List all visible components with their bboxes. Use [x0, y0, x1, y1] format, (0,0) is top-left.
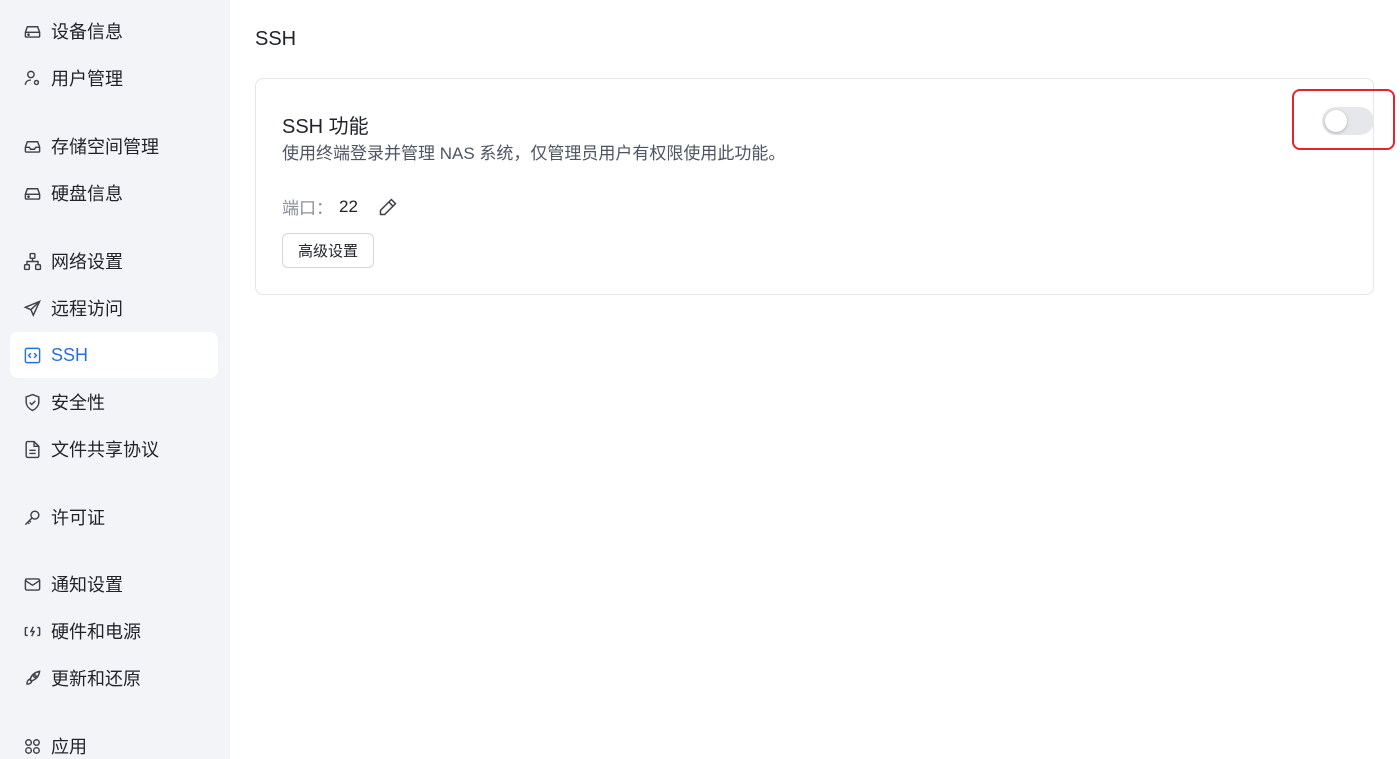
sidebar-item-label: 通知设置	[51, 575, 123, 595]
user-gear-icon	[22, 68, 42, 88]
card-title: SSH 功能	[282, 116, 369, 138]
sidebar-item-label: 网络设置	[51, 252, 123, 272]
send-icon	[22, 298, 42, 318]
sidebar-item-update-restore[interactable]: 更新和还原	[10, 655, 218, 701]
port-row: 端口： 22	[282, 194, 398, 219]
sidebar-item-remote-access[interactable]: 远程访问	[10, 285, 218, 331]
sidebar-item-label: 应用	[51, 737, 87, 757]
sidebar-item-device-info[interactable]: 设备信息	[10, 8, 218, 54]
sidebar-item-label: 硬件和电源	[51, 622, 141, 642]
ssh-enable-toggle[interactable]	[1322, 107, 1374, 135]
sidebar-item-ssh[interactable]: SSH	[10, 332, 218, 378]
card-description: 使用终端登录并管理 NAS 系统，仅管理员用户有权限使用此功能。	[282, 144, 786, 163]
apps-grid-icon	[22, 736, 42, 756]
ssh-settings-card: SSH 功能 使用终端登录并管理 NAS 系统，仅管理员用户有权限使用此功能。 …	[255, 78, 1395, 295]
rocket-icon	[22, 668, 42, 688]
key-icon	[22, 507, 42, 527]
sidebar-item-file-sharing[interactable]: 文件共享协议	[10, 426, 218, 472]
mail-icon	[22, 574, 42, 594]
advanced-settings-button[interactable]: 高级设置	[282, 233, 375, 268]
toggle-knob	[1325, 110, 1347, 132]
hard-drive-icon	[22, 183, 42, 203]
sidebar-item-user-management[interactable]: 用户管理	[10, 55, 218, 101]
sidebar-item-disk-info[interactable]: 硬盘信息	[10, 170, 218, 216]
sidebar-item-label: 许可证	[51, 508, 105, 528]
port-value: 22	[339, 196, 358, 216]
sidebar-item-license[interactable]: 许可证	[10, 494, 218, 540]
sidebar-item-label: 硬盘信息	[51, 184, 123, 204]
sidebar-item-label: 更新和还原	[51, 669, 141, 689]
inbox-storage-icon	[22, 136, 42, 156]
power-plug-icon	[22, 621, 42, 641]
sidebar-item-label: 存储空间管理	[51, 137, 159, 157]
sidebar-item-label: 文件共享协议	[51, 440, 159, 460]
sidebar-item-storage-management[interactable]: 存储空间管理	[10, 123, 218, 169]
sidebar-item-security[interactable]: 安全性	[10, 379, 218, 425]
page-title: SSH	[255, 28, 297, 50]
port-label: 端口：	[282, 199, 333, 218]
sidebar: 设备信息 用户管理 存储空间管理 硬盘信息 网络设置 远程访问 SSH 安全性 …	[0, 0, 230, 759]
hard-drive-icon	[22, 21, 42, 41]
main-content: SSH SSH 功能 使用终端登录并管理 NAS 系统，仅管理员用户有权限使用此…	[230, 0, 1400, 759]
sidebar-item-apps[interactable]: 应用	[10, 723, 218, 759]
sidebar-item-label: SSH	[51, 344, 89, 365]
app: 设备信息 用户管理 存储空间管理 硬盘信息 网络设置 远程访问 SSH 安全性 …	[0, 0, 1400, 759]
shield-check-icon	[22, 392, 42, 412]
sidebar-item-label: 用户管理	[51, 69, 123, 89]
sidebar-item-network-settings[interactable]: 网络设置	[10, 238, 218, 284]
sidebar-item-label: 设备信息	[51, 22, 123, 42]
sidebar-item-label: 远程访问	[51, 299, 123, 319]
code-terminal-icon	[22, 345, 42, 365]
sidebar-item-notification-settings[interactable]: 通知设置	[10, 561, 218, 607]
edit-pencil-icon[interactable]	[378, 197, 398, 217]
sidebar-item-hardware-power[interactable]: 硬件和电源	[10, 608, 218, 654]
sidebar-item-label: 安全性	[51, 393, 105, 413]
network-icon	[22, 251, 42, 271]
file-text-icon	[22, 439, 42, 459]
